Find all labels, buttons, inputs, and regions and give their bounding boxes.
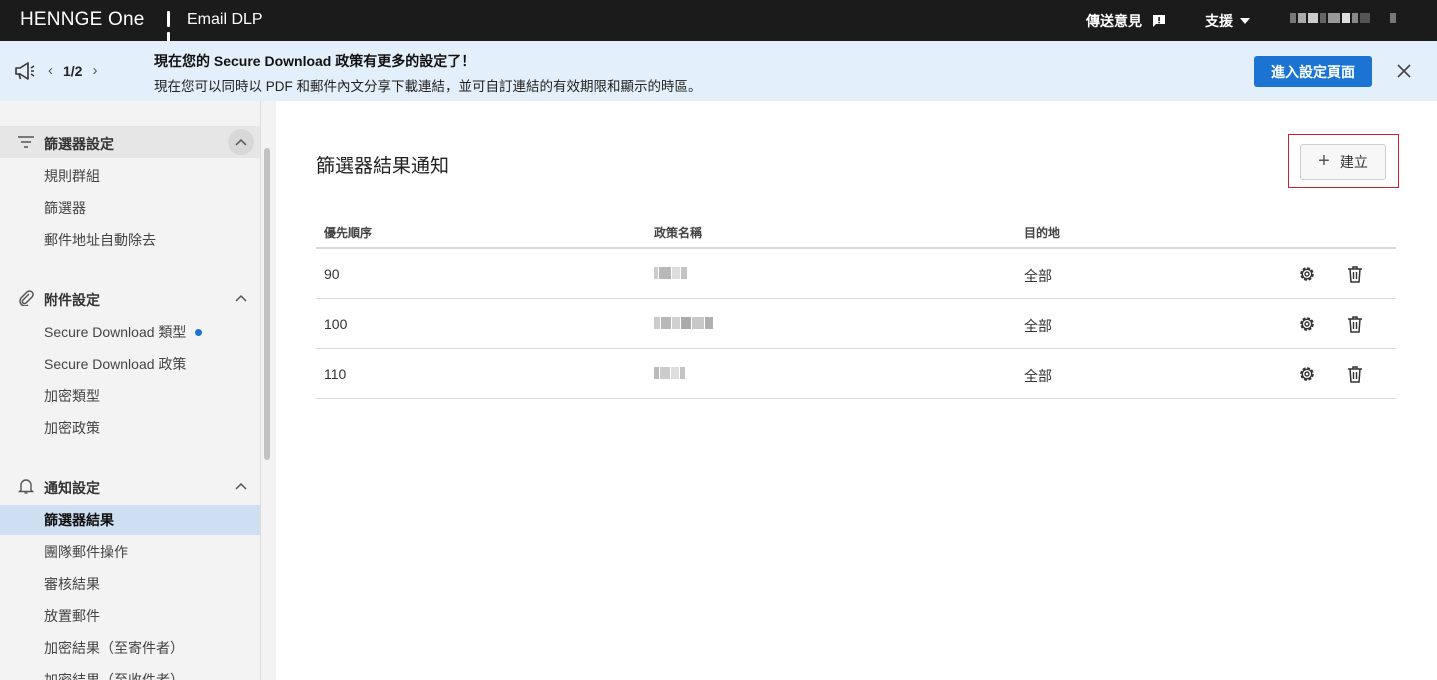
feedback-label: 傳送意見	[1086, 13, 1142, 29]
destination-cell: 全部	[1024, 318, 1052, 334]
sidebar-item-held-mail[interactable]: 放置郵件	[0, 601, 260, 631]
plus-icon: +	[1318, 150, 1330, 172]
policy-name-cell-redacted	[654, 267, 687, 279]
support-menu[interactable]: 支援	[1205, 11, 1251, 31]
trash-icon[interactable]	[1347, 315, 1363, 333]
sidebar-item-rule-groups[interactable]: 規則群組	[0, 161, 260, 191]
column-header-priority[interactable]: 優先順序	[324, 224, 372, 241]
go-to-settings-button[interactable]: 進入設定頁面	[1254, 56, 1372, 87]
announcement-text: 現在您可以同時以 PDF 和郵件內文分享下載連結，並可自訂連結的有效期限和顯示的…	[154, 79, 702, 94]
announcement-pager: ‹ 1/2 ›	[48, 62, 97, 79]
sidebar-section-label: 通知設定	[44, 480, 100, 496]
sidebar-section-notification-settings[interactable]: 通知設定	[0, 470, 260, 502]
page-indicator: 1/2	[63, 62, 83, 79]
sidebar-item-secure-download-policies[interactable]: Secure Download 政策	[0, 349, 260, 379]
table-header: 優先順序 政策名稱 目的地	[316, 221, 1396, 249]
sidebar-item-label: Secure Download 類型	[44, 324, 187, 340]
chevron-up-icon[interactable]	[228, 285, 254, 311]
create-button[interactable]: + 建立	[1300, 144, 1386, 180]
sidebar: 篩選器設定 規則群組 篩選器 郵件地址自動除去 附件設定 Secure Down…	[0, 101, 261, 680]
chevron-left-icon[interactable]: ‹	[48, 62, 53, 79]
page-title: 篩選器結果通知	[316, 156, 450, 177]
user-account-menu[interactable]	[1290, 13, 1396, 23]
policy-name-cell-redacted	[654, 367, 685, 379]
trash-icon[interactable]	[1347, 265, 1363, 283]
close-icon[interactable]	[1396, 63, 1412, 79]
sidebar-item-secure-download-types[interactable]: Secure Download 類型	[0, 317, 260, 347]
chevron-up-icon[interactable]	[228, 129, 254, 155]
sidebar-section-label: 篩選器設定	[44, 136, 114, 152]
logo-divider-icon	[167, 11, 177, 48]
sidebar-item-team-mail-operations[interactable]: 團隊郵件操作	[0, 537, 260, 567]
priority-cell: 100	[324, 316, 348, 332]
sidebar-scrollbar[interactable]	[264, 148, 270, 460]
policy-name-cell-redacted	[654, 317, 713, 329]
caret-down-icon	[1240, 18, 1250, 24]
support-label: 支援	[1205, 13, 1233, 29]
priority-cell: 110	[324, 366, 347, 382]
destination-cell: 全部	[1024, 368, 1052, 384]
column-header-policy-name[interactable]: 政策名稱	[654, 224, 702, 241]
sidebar-section-attachment-settings[interactable]: 附件設定	[0, 282, 260, 314]
app-name[interactable]: Email DLP	[187, 11, 263, 29]
create-button-label: 建立	[1339, 154, 1368, 170]
sidebar-section-filter-settings[interactable]: 篩選器設定	[0, 126, 260, 158]
sidebar-item-encryption-results-recipient[interactable]: 加密結果（至收件者）	[0, 665, 260, 680]
column-header-destination[interactable]: 目的地	[1024, 224, 1060, 241]
chevron-right-icon[interactable]: ›	[92, 62, 97, 79]
main-content: 篩選器結果通知 + 建立 優先順序 政策名稱 目的地 90 全部 100 全部	[276, 101, 1437, 680]
gear-icon[interactable]	[1298, 265, 1316, 283]
gear-icon[interactable]	[1298, 315, 1316, 333]
paperclip-icon	[19, 290, 34, 306]
announcement-banner: ‹ 1/2 › 現在您的 Secure Download 政策有更多的設定了！ …	[0, 41, 1437, 101]
sidebar-item-encryption-types[interactable]: 加密類型	[0, 381, 260, 411]
sidebar-item-filter-results[interactable]: 篩選器結果	[0, 505, 260, 535]
megaphone-icon	[15, 62, 35, 80]
sidebar-item-encryption-policies[interactable]: 加密政策	[0, 413, 260, 443]
sidebar-item-encryption-results-sender[interactable]: 加密結果（至寄件者）	[0, 633, 260, 663]
top-bar: HENNGE One Email DLP 傳送意見 支援	[0, 0, 1437, 48]
announcement-title: 現在您的 Secure Download 政策有更多的設定了！	[154, 53, 476, 69]
sidebar-section-label: 附件設定	[44, 292, 100, 308]
table-row[interactable]: 90 全部	[316, 249, 1396, 299]
priority-cell: 90	[324, 266, 340, 282]
sidebar-item-filters[interactable]: 篩選器	[0, 193, 260, 223]
table-row[interactable]: 110 全部	[316, 349, 1396, 399]
trash-icon[interactable]	[1347, 365, 1363, 383]
feedback-icon	[1153, 15, 1165, 27]
destination-cell: 全部	[1024, 268, 1052, 284]
brand-logo[interactable]: HENNGE One	[20, 9, 144, 31]
sidebar-item-auto-remove-addresses[interactable]: 郵件地址自動除去	[0, 225, 260, 255]
feedback-button[interactable]: 傳送意見	[1086, 11, 1167, 31]
gear-icon[interactable]	[1298, 365, 1316, 383]
sidebar-item-review-results[interactable]: 審核結果	[0, 569, 260, 599]
new-indicator-dot	[195, 329, 203, 336]
table-row[interactable]: 100 全部	[316, 299, 1396, 349]
chevron-up-icon[interactable]	[228, 473, 254, 499]
filter-icon	[18, 136, 34, 148]
bell-icon	[17, 479, 35, 494]
